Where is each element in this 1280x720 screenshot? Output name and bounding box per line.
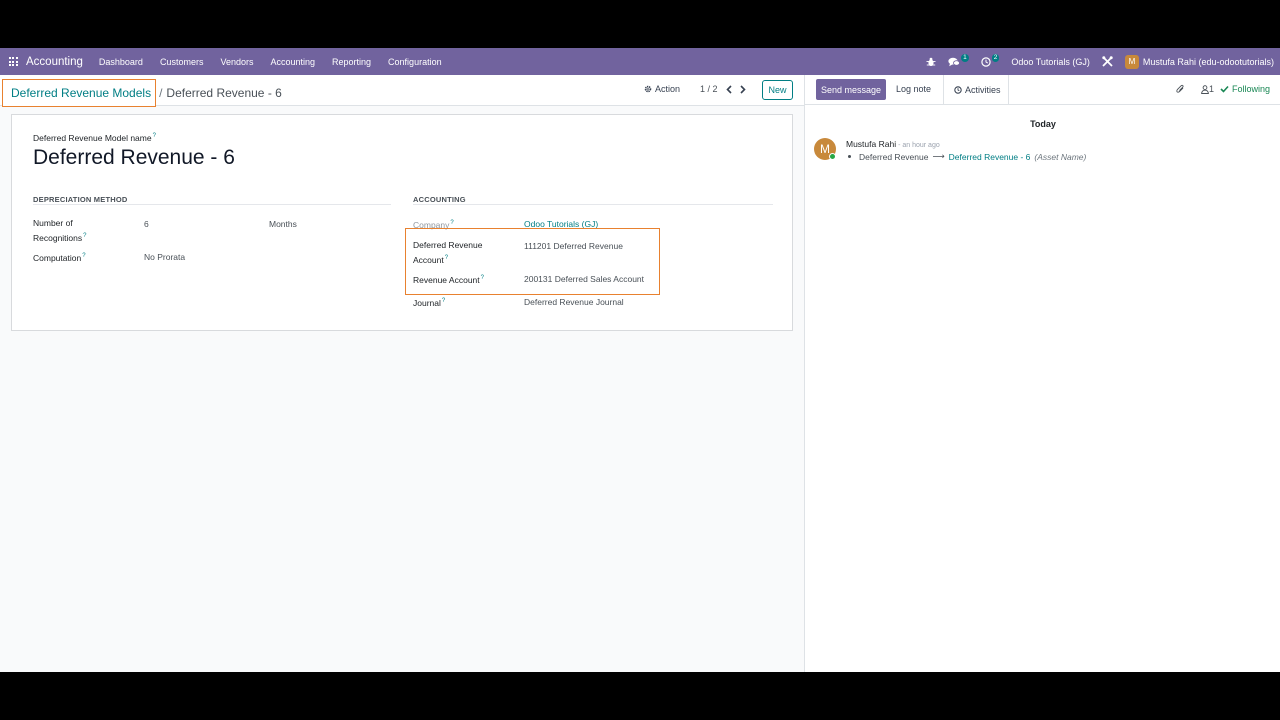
activities-button[interactable]: Activities	[943, 75, 1009, 105]
period-unit-field[interactable]: Months	[269, 219, 297, 229]
chatter-followers: 1 Following	[1176, 84, 1270, 94]
menu-accounting[interactable]: Accounting	[270, 57, 315, 67]
debug-bug-icon[interactable]	[926, 57, 936, 67]
chatter-panel: Send message Log note Activities 1 Follo…	[804, 75, 1280, 672]
tracking-field-name: (Asset Name)	[1034, 151, 1087, 162]
date-separator: Today	[1030, 119, 1056, 129]
menu-configuration[interactable]: Configuration	[388, 57, 442, 67]
menu-vendors[interactable]: Vendors	[220, 57, 253, 67]
action-menu-button[interactable]: Action	[644, 84, 680, 94]
pager-next-icon[interactable]	[739, 84, 746, 94]
recognitions-label-line2: Recognitions	[33, 232, 83, 243]
control-panel: Deferred Revenue Models / Deferred Reven…	[0, 75, 804, 107]
user-name: Mustufa Rahi (edu-odootutorials)	[1142, 56, 1274, 67]
letterbox-bottom	[0, 672, 1280, 720]
user-menu[interactable]: M Mustufa Rahi (edu-odootutorials)	[1124, 54, 1274, 69]
menu-reporting[interactable]: Reporting	[332, 57, 371, 67]
model-name-label-text: Deferred Revenue Model name	[33, 133, 152, 143]
navbar-systray: 1 2 Odoo Tutorials (GJ) M Mustufa Rahi (…	[926, 48, 1280, 75]
followers-count: 1	[1208, 84, 1214, 94]
breadcrumb-current: Deferred Revenue - 6	[166, 86, 282, 100]
help-icon[interactable]: ?	[82, 253, 85, 259]
apps-menu-icon[interactable]	[0, 48, 26, 75]
user-avatar: M	[1124, 54, 1139, 69]
send-message-button[interactable]: Send message	[816, 79, 886, 100]
help-icon[interactable]: ?	[442, 298, 445, 304]
model-name-label: Deferred Revenue Model name?	[33, 133, 156, 143]
action-label: Action	[655, 84, 681, 94]
menu-dashboard[interactable]: Dashboard	[99, 57, 143, 67]
activities-clock-icon[interactable]: 2	[981, 53, 1000, 67]
breadcrumb-separator: /	[159, 86, 163, 100]
tracking-old-value: Deferred Revenue	[859, 151, 929, 162]
message-header: Mustufa Rahi - an hour ago	[846, 139, 940, 149]
recognitions-label: Number of Recognitions?	[33, 217, 86, 244]
following-button[interactable]: Following	[1220, 84, 1270, 94]
followers-button[interactable]: 1	[1201, 84, 1214, 94]
help-icon[interactable]: ?	[450, 220, 453, 226]
computation-field[interactable]: No Prorata	[144, 252, 185, 262]
form-sheet: Deferred Revenue Model name? Deferred Re…	[11, 114, 793, 331]
depreciation-section-title: DEPRECIATION METHOD	[33, 195, 128, 204]
following-label: Following	[1231, 84, 1270, 94]
app-brand[interactable]: Accounting	[26, 56, 83, 68]
letterbox-top	[0, 0, 1280, 48]
recognitions-label-line1: Number of	[33, 218, 73, 228]
computation-label: Computation?	[33, 250, 86, 264]
top-navbar: Accounting Dashboard Customers Vendors A…	[0, 48, 1280, 75]
activities-badge: 2	[991, 53, 1000, 62]
accounting-divider	[413, 204, 773, 205]
model-name-field[interactable]: Deferred Revenue - 6	[33, 146, 235, 170]
breadcrumb-parent-link[interactable]: Deferred Revenue Models	[2, 79, 157, 107]
company-switcher[interactable]: Odoo Tutorials (GJ)	[1011, 57, 1090, 67]
odoo-app: Accounting Dashboard Customers Vendors A…	[0, 48, 1280, 672]
breadcrumb: Deferred Revenue Models / Deferred Reven…	[2, 79, 282, 107]
help-icon[interactable]: ?	[153, 133, 156, 139]
help-icon[interactable]: ?	[83, 233, 86, 239]
message-author[interactable]: Mustufa Rahi	[846, 139, 896, 149]
paperclip-icon[interactable]	[1176, 84, 1185, 94]
chatter-topbar: Send message Log note Activities 1 Follo…	[805, 75, 1280, 105]
message-time: - an hour ago	[898, 142, 940, 149]
gear-icon	[644, 85, 652, 93]
clock-icon	[954, 86, 962, 94]
pager-previous-icon[interactable]	[725, 84, 732, 94]
log-note-button[interactable]: Log note	[896, 84, 931, 94]
check-icon	[1220, 85, 1229, 93]
depreciation-divider	[33, 204, 391, 205]
new-button[interactable]: New	[762, 80, 793, 100]
tools-icon[interactable]	[1102, 56, 1113, 67]
pager-value[interactable]: 1 / 2	[700, 84, 718, 94]
tracking-new-value: Deferred Revenue - 6	[948, 151, 1031, 162]
recognitions-field[interactable]: 6	[144, 219, 149, 229]
messages-icon[interactable]: 1	[948, 53, 969, 67]
computation-label-text: Computation	[33, 252, 82, 263]
activities-label: Activities	[965, 85, 1001, 95]
bullet	[848, 155, 851, 158]
record-pager: 1 / 2	[700, 84, 746, 94]
online-status-dot	[829, 153, 836, 160]
journal-label-text: Journal	[413, 297, 441, 308]
tracking-value-line: Deferred Revenue ⟶ Deferred Revenue - 6 …	[846, 151, 1086, 162]
menu-customers[interactable]: Customers	[160, 57, 204, 67]
journal-label: Journal?	[413, 295, 445, 309]
user-icon	[1201, 84, 1209, 94]
highlight-annotation-box	[405, 228, 660, 295]
messages-badge: 1	[961, 53, 969, 62]
journal-field[interactable]: Deferred Revenue Journal	[524, 297, 624, 307]
tracking-arrow: ⟶	[932, 151, 945, 161]
accounting-section-title: ACCOUNTING	[413, 195, 466, 204]
